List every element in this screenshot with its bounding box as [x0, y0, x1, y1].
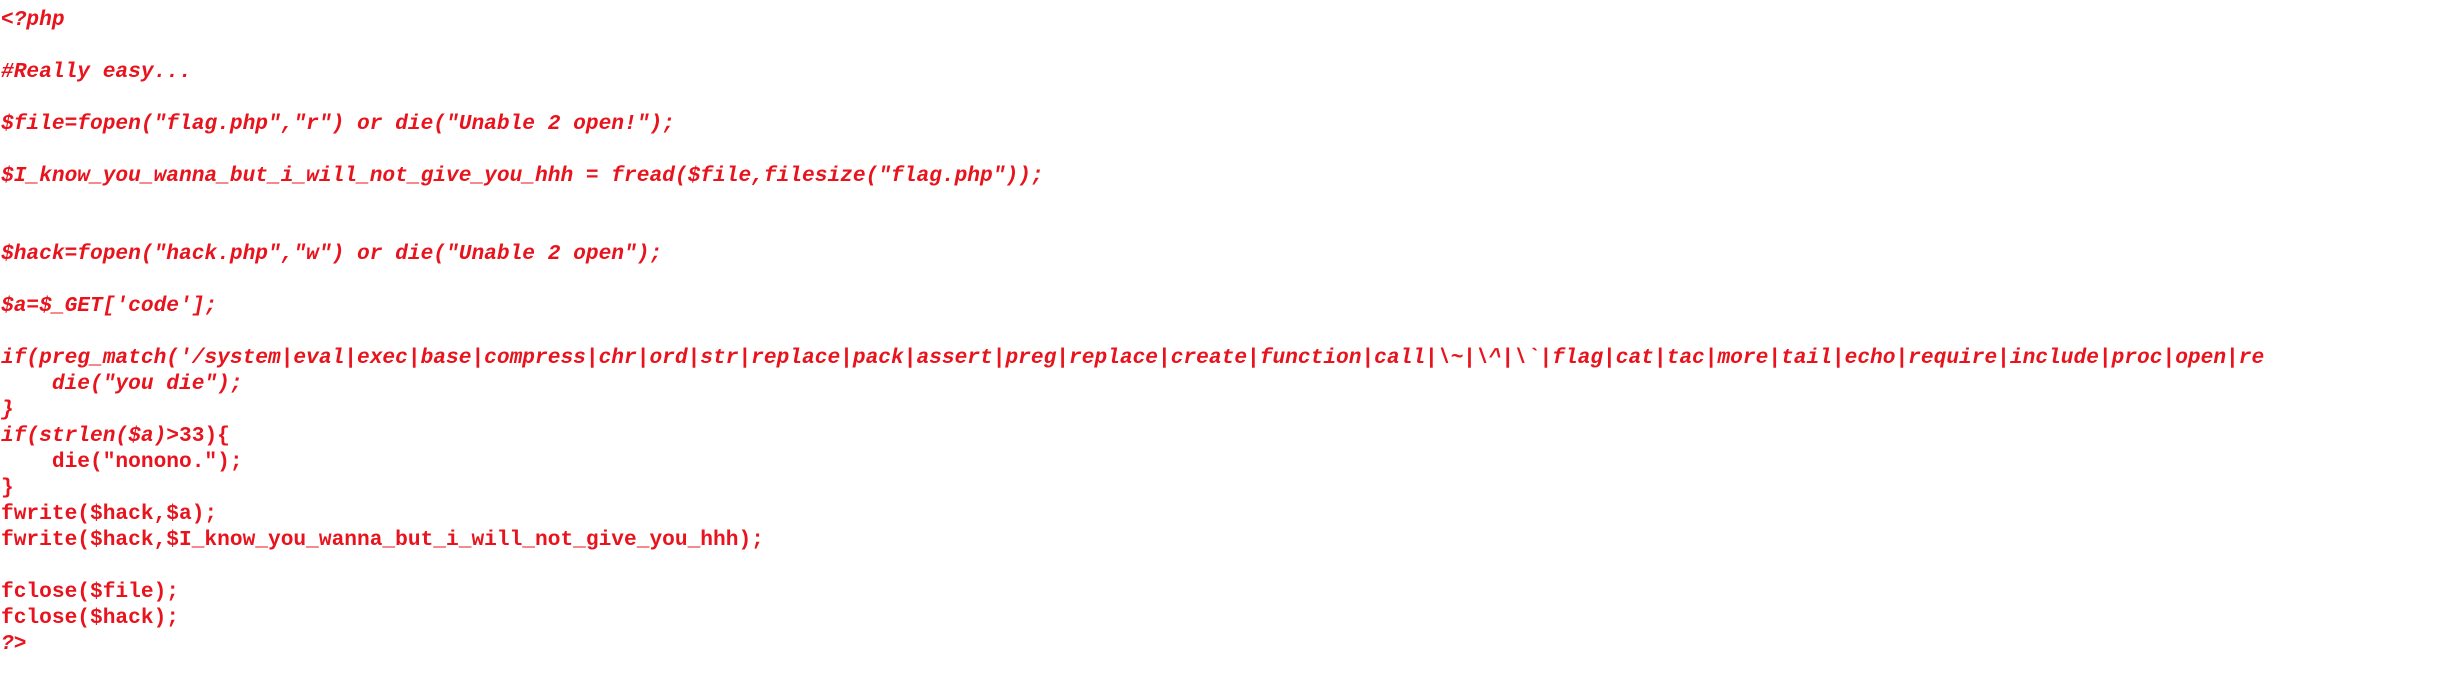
code-line: #Really easy... — [1, 60, 192, 84]
code-line: if(strlen($a)>33){ — [1, 424, 230, 448]
code-line: if(preg_match('/system|eval|exec|base|co… — [1, 346, 2265, 370]
code-line: <?php — [1, 8, 65, 32]
code-line: die("nonono."); — [1, 450, 243, 474]
code-line: fwrite($hack,$I_know_you_wanna_but_i_wil… — [1, 528, 764, 552]
code-line: } — [1, 476, 14, 500]
code-line: $hack=fopen("hack.php","w") or die("Unab… — [1, 242, 663, 266]
code-line: $I_know_you_wanna_but_i_will_not_give_yo… — [1, 164, 1044, 188]
code-line: fwrite($hack,$a); — [1, 502, 218, 526]
code-line: $file=fopen("flag.php","r") or die("Unab… — [1, 112, 675, 136]
code-line: } — [1, 398, 14, 422]
code-line: $a=$_GET['code']; — [1, 294, 218, 318]
php-source-code: <?php #Really easy... $file=fopen("flag.… — [1, 7, 2447, 657]
code-line: die("you die"); — [1, 372, 243, 396]
code-line: fclose($hack); — [1, 606, 180, 630]
code-line: ?> — [1, 632, 27, 656]
code-line: fclose($file); — [1, 580, 180, 604]
